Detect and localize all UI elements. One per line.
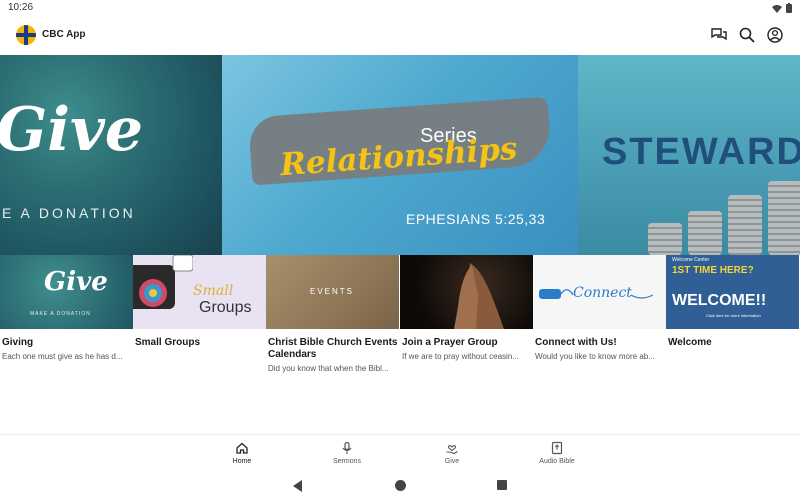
coin-stack-graphic bbox=[648, 223, 682, 255]
card-description: If we are to pray without ceasin... bbox=[402, 352, 519, 361]
thumb-text: WELCOME!! bbox=[672, 292, 767, 309]
account-button[interactable] bbox=[766, 26, 784, 44]
featured-carousel[interactable]: Give E A DONATION Series Relationships E… bbox=[0, 55, 800, 255]
bottom-navigation: Home Sermons Give Audio Bible bbox=[0, 434, 800, 474]
card-title: Giving bbox=[2, 337, 34, 348]
slide-verse: EPHESIANS 5:25,33 bbox=[406, 211, 546, 227]
home-icon bbox=[236, 442, 248, 454]
bible-icon bbox=[551, 441, 563, 455]
chat-icon bbox=[711, 28, 727, 41]
praying-hands-graphic bbox=[454, 263, 504, 329]
card-title: Welcome bbox=[668, 337, 712, 348]
coin-stack-graphic bbox=[768, 181, 800, 255]
card-events[interactable]: EVENTS Christ Bible Church Events Calend… bbox=[266, 255, 399, 385]
home-circle-icon[interactable] bbox=[395, 480, 406, 491]
battery-icon bbox=[786, 3, 792, 13]
nav-label: Sermons bbox=[332, 458, 361, 465]
giving-hand-icon bbox=[446, 445, 458, 455]
slide-subtitle: E A DONATION bbox=[2, 205, 136, 221]
search-icon bbox=[739, 27, 755, 43]
thumb-text: Welcome Center bbox=[672, 257, 710, 263]
thumb-subtext: Groups bbox=[199, 299, 252, 316]
slide-headline: STEWARD bbox=[602, 131, 800, 173]
app-bar: CBC App bbox=[0, 16, 800, 55]
chat-button[interactable] bbox=[710, 26, 728, 44]
app-logo-icon bbox=[16, 25, 36, 45]
card-connect[interactable]: Connect Connect with Us! Would you like … bbox=[533, 255, 666, 385]
card-title: Join a Prayer Group bbox=[402, 337, 498, 348]
card-title: Small Groups bbox=[135, 337, 201, 348]
thumb-text: EVENTS bbox=[310, 287, 355, 296]
content-cards: Give MAKE A DONATION Giving Each one mus… bbox=[0, 255, 800, 385]
nav-label: Home bbox=[232, 458, 252, 465]
thumb-subtext: MAKE A DONATION bbox=[30, 311, 91, 317]
wifi-icon bbox=[772, 4, 782, 13]
card-thumbnail: Give MAKE A DONATION bbox=[0, 255, 133, 329]
carousel-slide-stewardship[interactable]: STEWARD bbox=[578, 55, 800, 255]
nav-give[interactable]: Give bbox=[417, 441, 487, 465]
recents-icon[interactable] bbox=[497, 480, 507, 490]
card-description: Would you like to know more ab... bbox=[535, 352, 655, 361]
thumb-text: Give bbox=[44, 267, 108, 297]
status-icons bbox=[772, 3, 792, 13]
card-thumbnail bbox=[400, 255, 533, 329]
coin-stack-graphic bbox=[688, 211, 722, 255]
app-actions bbox=[710, 26, 784, 44]
card-description: Did you know that when the Bibl... bbox=[268, 364, 389, 373]
card-title: Connect with Us! bbox=[535, 337, 617, 348]
system-navigation-bar bbox=[0, 474, 800, 500]
slide-headline: Give bbox=[0, 95, 144, 165]
card-thumbnail: Connect bbox=[533, 255, 666, 329]
nav-label: Give bbox=[444, 458, 460, 465]
card-prayer-group[interactable]: Join a Prayer Group If we are to pray wi… bbox=[400, 255, 533, 385]
carousel-slide-relationships[interactable]: Series Relationships EPHESIANS 5:25,33 bbox=[222, 55, 578, 255]
card-thumbnail: EVENTS bbox=[266, 255, 399, 329]
microphone-icon bbox=[342, 441, 352, 454]
status-bar: 10:26 bbox=[0, 0, 800, 16]
status-time: 10:26 bbox=[8, 2, 34, 13]
thumb-text: Click here for more information bbox=[706, 313, 761, 318]
nav-sermons[interactable]: Sermons bbox=[312, 441, 382, 465]
card-thumbnail: Small Groups bbox=[133, 255, 266, 329]
thumb-text: Connect bbox=[573, 285, 632, 301]
card-giving[interactable]: Give MAKE A DONATION Giving Each one mus… bbox=[0, 255, 133, 385]
thumb-text: Small bbox=[193, 283, 234, 299]
coin-stack-graphic bbox=[728, 195, 762, 255]
search-button[interactable] bbox=[738, 26, 756, 44]
back-icon[interactable] bbox=[293, 480, 302, 492]
card-welcome[interactable]: Welcome Center 1ST TIME HERE? WELCOME!! … bbox=[666, 255, 799, 385]
nav-home[interactable]: Home bbox=[207, 441, 277, 465]
app-title: CBC App bbox=[42, 29, 86, 40]
card-description: Each one must give as he has d... bbox=[2, 352, 123, 361]
thumb-text: 1ST TIME HERE? bbox=[672, 265, 754, 276]
card-small-groups[interactable]: Small Groups Small Groups bbox=[133, 255, 266, 385]
carousel-slide-give[interactable]: Give E A DONATION bbox=[0, 55, 222, 255]
coffee-cup-graphic bbox=[133, 255, 193, 309]
account-icon bbox=[767, 27, 783, 43]
nav-audio-bible[interactable]: Audio Bible bbox=[522, 441, 592, 465]
card-title: Christ Bible Church Events Calendars bbox=[268, 337, 398, 360]
card-thumbnail: Welcome Center 1ST TIME HERE? WELCOME!! … bbox=[666, 255, 799, 329]
nav-label: Audio Bible bbox=[539, 458, 575, 465]
